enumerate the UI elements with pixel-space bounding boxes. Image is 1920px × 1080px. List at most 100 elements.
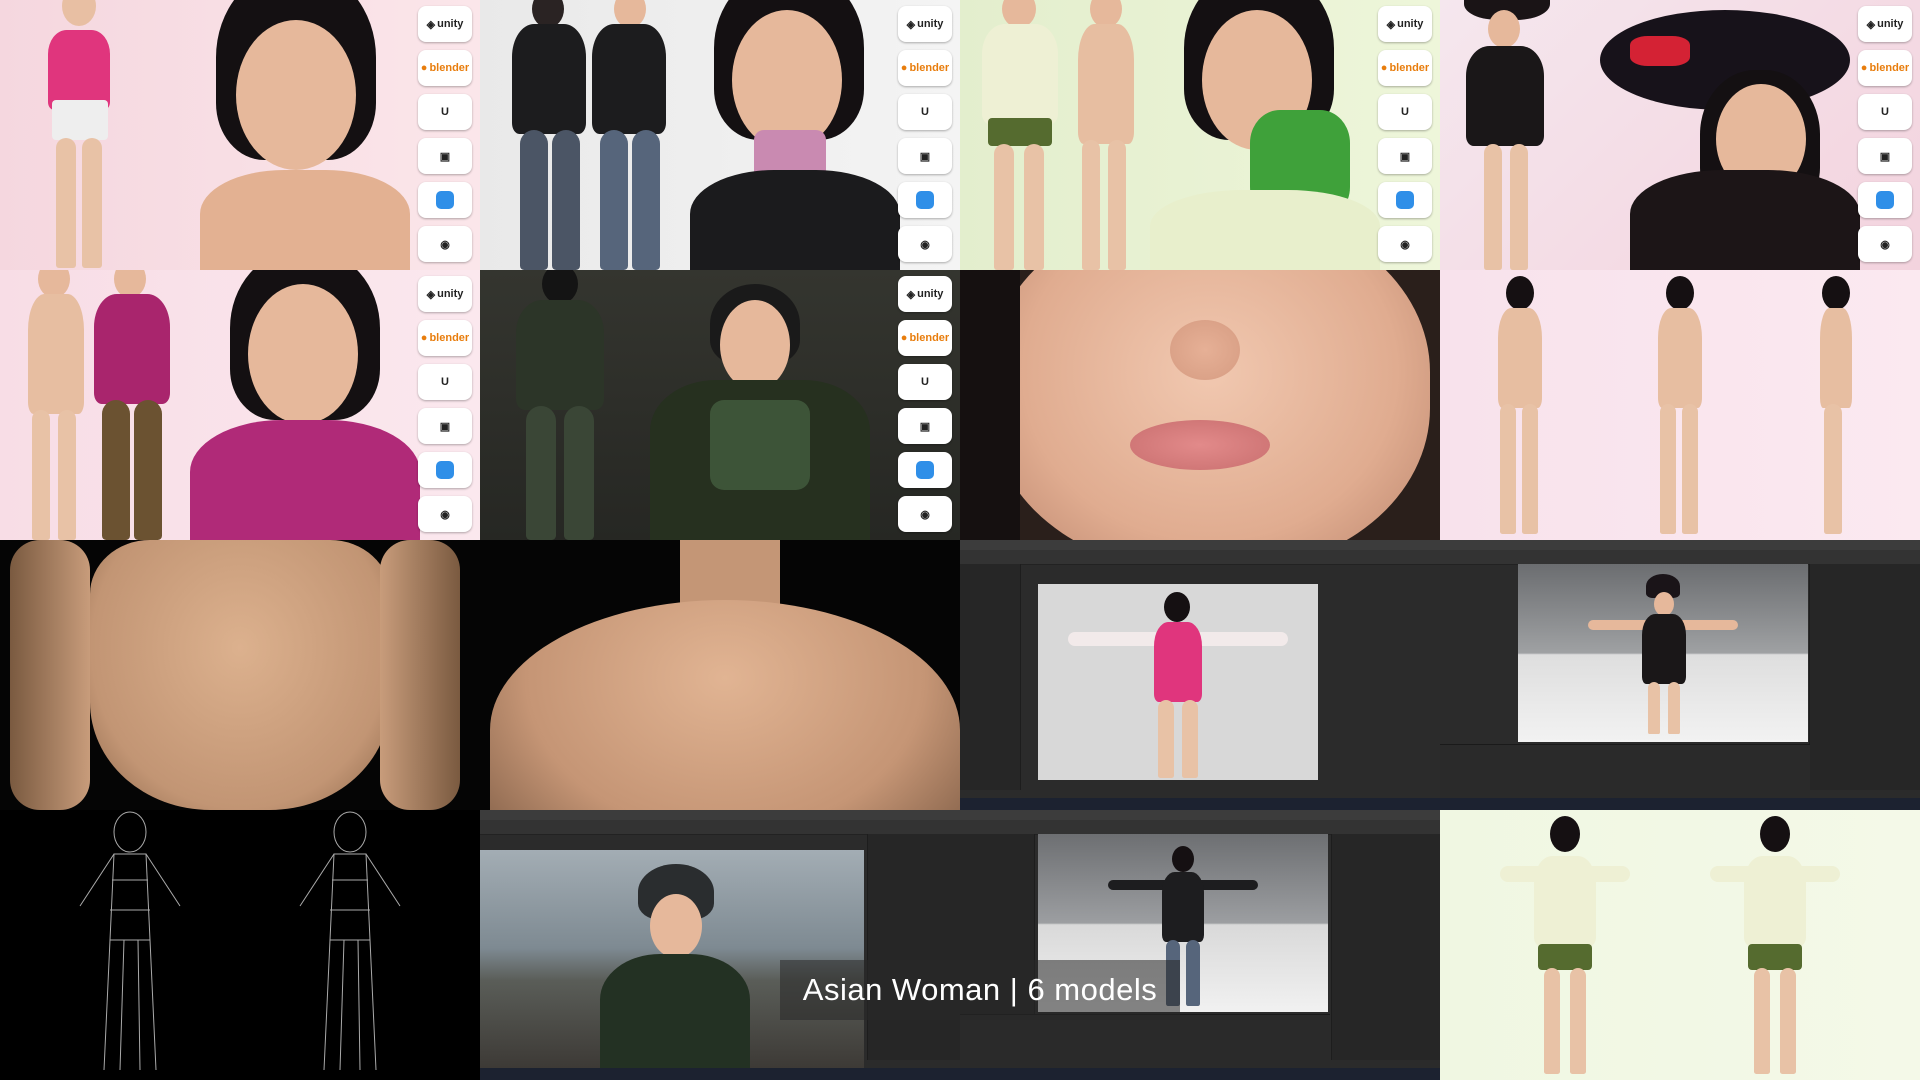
project-panel[interactable]	[1440, 744, 1810, 799]
nose	[1170, 320, 1240, 380]
hair-edge	[960, 270, 1020, 540]
blender-icon: ● blender	[1378, 50, 1432, 86]
left-arm	[10, 540, 90, 810]
obj-icon: ◉	[1378, 226, 1432, 262]
editor-toolbar[interactable]	[960, 820, 1440, 835]
details-panel[interactable]	[867, 834, 960, 1060]
tile-sweater-turnaround	[1440, 810, 1920, 1080]
editor-toolbar[interactable]	[1440, 550, 1920, 565]
wireframe-figures	[79, 811, 401, 1071]
sweater-front	[1500, 816, 1630, 1076]
helmet-figure	[600, 864, 750, 1068]
title-text: Asian Woman | 6 models	[802, 972, 1158, 1007]
figure-front	[590, 0, 670, 270]
editor-toolbar[interactable]	[960, 550, 1440, 565]
figure-magenta	[92, 270, 172, 540]
tile-editor-unity-witch	[1440, 540, 1920, 810]
unity-icon: ◈ unity	[418, 6, 472, 42]
tile-witch: ◈ unity ● blender U ▣ ◉	[1440, 0, 1920, 270]
taskbar[interactable]	[480, 1068, 960, 1080]
figure-witch-portrait	[1560, 0, 1860, 270]
shoulders-skin	[490, 600, 960, 810]
tile-soldier: ◈ unity ● blender U ▣ ◉	[480, 270, 960, 540]
tile-pink-dress: ◈ unity ● blender U ▣ ◉	[0, 0, 480, 270]
figure-bikini	[20, 270, 90, 540]
portrait-figure	[200, 0, 420, 270]
taskbar[interactable]	[960, 1068, 1440, 1080]
app-icon	[898, 452, 952, 488]
tile-editor-maya	[960, 540, 1440, 810]
editor-toolbar[interactable]	[480, 820, 960, 835]
tile-editor-unreal	[480, 810, 960, 1080]
unity-icon: ◈ unity	[418, 276, 472, 312]
obj-icon: ◉	[898, 226, 952, 262]
software-badges: ◈ unity ● blender U ▣ ◉	[1378, 6, 1432, 262]
software-badges: ◈ unity ● blender U ▣ ◉	[418, 276, 472, 532]
fbx-icon: ▣	[898, 138, 952, 174]
viewport[interactable]	[1038, 584, 1318, 780]
obj-icon: ◉	[418, 226, 472, 262]
face-skin	[990, 270, 1430, 540]
tile-shoulders	[480, 540, 960, 810]
portrait-figure	[690, 0, 900, 270]
viewport[interactable]	[1518, 564, 1808, 742]
image-collage: ◈ unity ● blender U ▣ ◉ ◈ unity ● blende…	[0, 0, 1920, 1080]
blender-icon: ● blender	[418, 50, 472, 86]
software-badges: ◈ unity ● blender U ▣ ◉	[1858, 6, 1912, 262]
title-caption: Asian Woman | 6 models	[780, 960, 1180, 1020]
software-badges: ◈ unity ● blender U ▣ ◉	[418, 6, 472, 262]
turnaround-back	[1650, 276, 1710, 536]
unity-icon: ◈ unity	[1858, 6, 1912, 42]
lips	[1130, 420, 1270, 470]
tile-face-closeup	[960, 270, 1440, 540]
figure-soldier-back	[510, 270, 610, 540]
unreal-icon: U	[1378, 94, 1432, 130]
software-badges: ◈ unity ● blender U ▣ ◉	[898, 276, 952, 532]
tpose-figure	[1588, 574, 1738, 734]
blender-icon: ● blender	[418, 320, 472, 356]
tile-turnaround	[1440, 270, 1920, 540]
figure-back	[510, 0, 590, 270]
editor-window	[1440, 540, 1920, 810]
unreal-icon: U	[1858, 94, 1912, 130]
blender-icon: ● blender	[1858, 50, 1912, 86]
figure-sweater	[980, 0, 1060, 270]
unreal-icon: U	[418, 364, 472, 400]
unity-icon: ◈ unity	[898, 6, 952, 42]
taskbar[interactable]	[1440, 798, 1920, 810]
project-panel[interactable]	[960, 1014, 1330, 1069]
inspector-panel[interactable]	[1331, 834, 1440, 1060]
turnaround-front	[1490, 276, 1550, 536]
app-icon	[1378, 182, 1432, 218]
fbx-icon: ▣	[1858, 138, 1912, 174]
obj-icon: ◉	[418, 496, 472, 532]
editor-window	[480, 810, 960, 1080]
viewport[interactable]	[480, 850, 864, 1068]
app-icon	[1858, 182, 1912, 218]
figure-bikini	[1070, 0, 1140, 270]
fbx-icon: ▣	[1378, 138, 1432, 174]
portrait-figure	[190, 270, 420, 540]
blender-icon: ● blender	[898, 320, 952, 356]
unreal-icon: U	[898, 94, 952, 130]
blender-icon: ● blender	[898, 50, 952, 86]
tile-sweater: ◈ unity ● blender U ▣ ◉	[960, 0, 1440, 270]
turnaround-side	[1810, 276, 1860, 536]
fbx-icon: ▣	[418, 408, 472, 444]
editor-window	[960, 810, 1440, 1080]
tile-jacket: ◈ unity ● blender U ▣ ◉	[480, 0, 960, 270]
inspector-panel[interactable]	[1809, 564, 1920, 790]
outliner-panel[interactable]	[960, 564, 1021, 790]
unity-icon: ◈ unity	[898, 276, 952, 312]
obj-icon: ◉	[1858, 226, 1912, 262]
fbx-icon: ▣	[418, 138, 472, 174]
taskbar[interactable]	[960, 798, 1440, 810]
unity-icon: ◈ unity	[1378, 6, 1432, 42]
tile-editor-unity-jacket	[960, 810, 1440, 1080]
portrait-figure	[1150, 0, 1380, 270]
tile-magenta: ◈ unity ● blender U ▣ ◉	[0, 270, 480, 540]
right-arm	[380, 540, 460, 810]
tile-torso	[0, 540, 480, 810]
sweater-back	[1710, 816, 1840, 1076]
torso-skin	[90, 540, 390, 810]
